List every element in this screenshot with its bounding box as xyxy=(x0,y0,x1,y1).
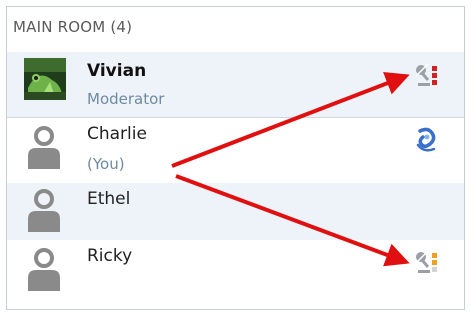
microphone-active-icon[interactable] xyxy=(414,127,440,153)
participant-name: Charlie xyxy=(87,124,147,144)
mic-muted-red-icon[interactable] xyxy=(414,63,440,89)
participant-row-ricky[interactable]: Ricky xyxy=(7,240,464,308)
room-title: MAIN ROOM xyxy=(13,18,106,36)
participant-role: (You) xyxy=(87,155,125,173)
participant-row-charlie[interactable]: Charlie (You) xyxy=(7,118,464,183)
room-count: (4) xyxy=(110,18,133,36)
avatar-frog-image xyxy=(24,58,66,100)
participant-name: Vivian xyxy=(87,61,147,81)
room-header: MAIN ROOM (4) xyxy=(13,18,132,36)
default-avatar-icon xyxy=(28,248,60,291)
participant-role: Moderator xyxy=(87,90,165,108)
participant-row-vivian[interactable]: Vivian Moderator xyxy=(7,52,464,118)
participant-name: Ethel xyxy=(87,189,131,209)
default-avatar-icon xyxy=(28,126,60,169)
participant-row-ethel[interactable]: Ethel xyxy=(7,183,464,240)
mic-muted-orange-icon[interactable] xyxy=(414,250,440,276)
participant-name: Ricky xyxy=(87,246,133,266)
default-avatar-icon xyxy=(28,189,60,232)
